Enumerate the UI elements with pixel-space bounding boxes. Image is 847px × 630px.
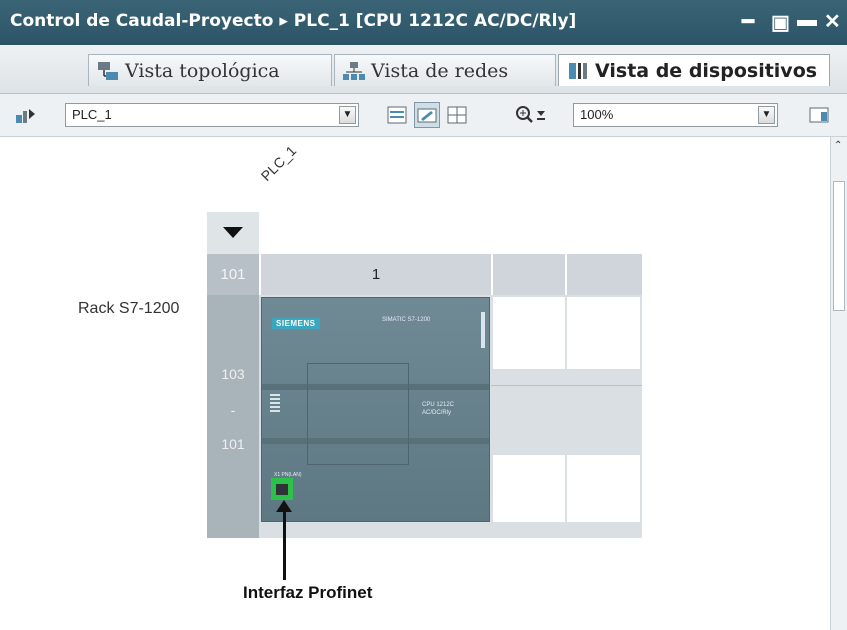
close-icon[interactable]: ✕ <box>824 9 841 34</box>
topology-icon <box>97 61 119 86</box>
scroll-up-icon[interactable]: ⌃ <box>834 140 842 151</box>
tab-topology-view[interactable]: Vista topológica <box>88 54 332 86</box>
collapse-rack-button[interactable] <box>207 212 259 254</box>
minimize-icon[interactable]: ━ <box>742 9 754 34</box>
chevron-down-icon[interactable]: ▼ <box>339 106 356 124</box>
slot-header-2 <box>493 254 565 295</box>
tab-device-view[interactable]: Vista de dispositivos <box>558 54 830 86</box>
device-overview-icon[interactable] <box>384 102 410 128</box>
row-number-103: 103 <box>221 366 245 382</box>
device-toolbar: PLC_1 ▼ 100% ▼ <box>0 94 847 137</box>
cpu-front-cover <box>307 363 409 465</box>
io-status-leds <box>270 394 280 412</box>
restore-icon[interactable]: ▣ <box>771 10 790 35</box>
slot-header-101: 101 <box>207 254 259 295</box>
devices-icon <box>567 61 589 86</box>
tab-topology-label: Vista topológica <box>125 59 280 82</box>
view-tabs: Vista topológica Vista de redes Vista de… <box>0 45 847 94</box>
hardware-view-icon[interactable] <box>414 102 440 128</box>
cpu-type-text: CPU 1212C <box>422 402 455 408</box>
triangle-down-icon <box>223 227 243 238</box>
tab-device-label: Vista de dispositivos <box>595 59 818 82</box>
row-number-101: 101 <box>221 436 245 452</box>
device-select-value: PLC_1 <box>72 107 112 122</box>
slot-header-3 <box>567 254 642 295</box>
profinet-port[interactable] <box>271 478 293 500</box>
status-led <box>481 312 485 348</box>
rack-label: Rack S7-1200 <box>78 300 180 317</box>
cpu-supply-text: AC/DC/Rly <box>422 410 452 416</box>
empty-slot[interactable] <box>493 455 565 522</box>
module-model-text: SIMATIC S7-1200 <box>382 317 431 323</box>
chevron-down-icon[interactable]: ▼ <box>758 106 775 124</box>
device-select[interactable]: PLC_1 ▼ <box>65 103 359 127</box>
empty-slot[interactable] <box>567 297 640 369</box>
zoom-icon[interactable] <box>512 102 552 128</box>
annotation-profinet: Interfaz Profinet <box>243 583 373 602</box>
row-number-separator: - <box>230 402 236 418</box>
window-titlebar: Control de Caudal-Proyecto ▸ PLC_1 [CPU … <box>0 0 847 45</box>
window-title: Control de Caudal-Proyecto ▸ PLC_1 [CPU … <box>10 11 577 31</box>
empty-slot[interactable] <box>567 455 640 522</box>
vertical-scrollbar[interactable]: ⌃ <box>830 137 847 630</box>
cpu-module[interactable]: SIEMENS SIMATIC S7-1200 CPU 1212C AC/DC/… <box>261 297 490 522</box>
annotation-arrow <box>283 508 286 580</box>
empty-slot[interactable] <box>493 297 565 369</box>
device-list-icon[interactable] <box>12 102 38 128</box>
slot-divider <box>491 385 642 386</box>
tab-network-view[interactable]: Vista de redes <box>334 54 556 86</box>
zoom-select[interactable]: 100% ▼ <box>573 103 778 127</box>
table-icon[interactable] <box>444 102 470 128</box>
tab-network-label: Vista de redes <box>371 59 509 82</box>
scrollbar-thumb[interactable] <box>833 181 845 311</box>
network-icon <box>343 61 365 86</box>
ethernet-port-icon <box>276 483 288 495</box>
split-view-icon[interactable] <box>806 102 832 128</box>
zoom-select-value: 100% <box>580 107 614 122</box>
siemens-logo: SIEMENS <box>272 318 320 329</box>
slot-header-1: 1 <box>261 254 491 295</box>
maximize-icon[interactable]: ▬ <box>797 9 817 32</box>
